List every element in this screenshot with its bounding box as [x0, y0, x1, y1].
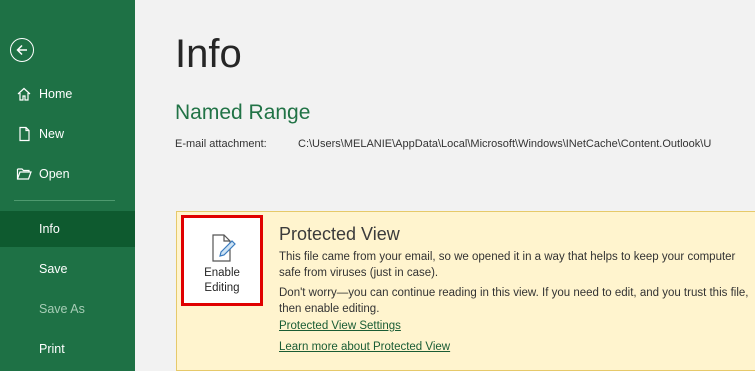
- workbook-name: Named Range: [175, 101, 311, 124]
- attachment-label: E-mail attachment:: [175, 138, 267, 150]
- protected-view-message: This file came from your email, so we op…: [279, 251, 736, 279]
- info-pane: Info Named Range E-mail attachment: C:\U…: [135, 0, 755, 371]
- new-document-icon: [14, 126, 34, 142]
- back-arrow-icon: [16, 44, 27, 56]
- enable-editing-button[interactable]: Enable Editing: [181, 215, 263, 306]
- nav-new[interactable]: New: [0, 116, 135, 152]
- nav-info-label: Info: [39, 222, 60, 236]
- sidebar-divider: [14, 200, 115, 201]
- back-button[interactable]: [10, 38, 34, 62]
- folder-open-icon: [14, 166, 34, 182]
- nav-open[interactable]: Open: [0, 156, 135, 192]
- nav-print-label: Print: [39, 342, 65, 356]
- page-title: Info: [175, 32, 242, 76]
- nav-info[interactable]: Info: [0, 211, 135, 247]
- nav-home[interactable]: Home: [0, 76, 135, 112]
- nav-save[interactable]: Save: [0, 251, 135, 287]
- home-icon: [14, 86, 34, 102]
- nav-new-label: New: [39, 127, 65, 141]
- learn-more-link[interactable]: Learn more about Protected View: [279, 341, 450, 353]
- nav-save-label: Save: [39, 262, 68, 276]
- nav-print[interactable]: Print: [0, 331, 135, 367]
- protected-view-settings-link[interactable]: Protected View Settings: [279, 320, 401, 332]
- nav-home-label: Home: [39, 87, 73, 101]
- nav-save-as: Save As: [0, 291, 135, 327]
- attachment-path: C:\Users\MELANIE\AppData\Local\Microsoft…: [298, 138, 712, 150]
- edit-document-icon: [212, 234, 236, 262]
- nav-open-label: Open: [39, 167, 70, 181]
- enable-editing-label: Enable Editing: [204, 267, 240, 294]
- protected-view-banner: Enable Editing Protected View This file …: [176, 211, 755, 371]
- protected-view-title: Protected View: [279, 224, 400, 244]
- backstage-sidebar: Home New Open Info Save Save As Print: [0, 0, 135, 371]
- nav-save-as-label: Save As: [39, 302, 85, 316]
- protected-view-advice: Don't worry—you can continue reading in …: [279, 287, 749, 315]
